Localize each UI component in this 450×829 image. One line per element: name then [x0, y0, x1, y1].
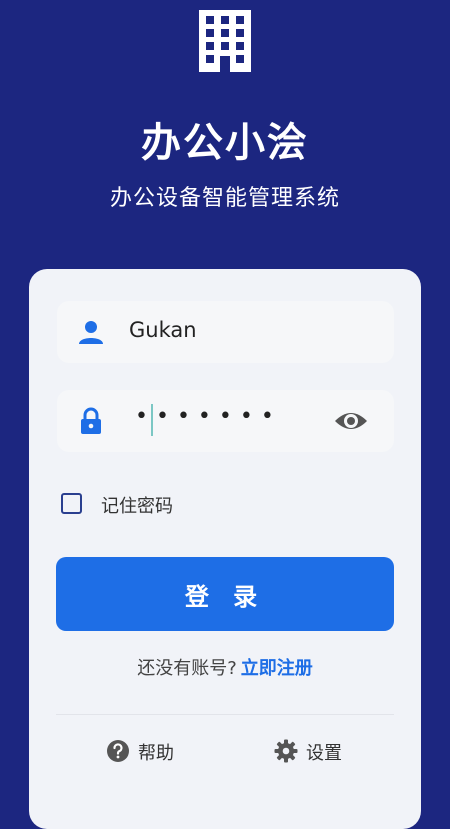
text-cursor — [151, 404, 153, 436]
app-title: 办公小浍 — [141, 120, 309, 166]
user-icon — [79, 321, 103, 344]
register-prompt: 还没有账号? — [137, 658, 237, 679]
lock-icon — [81, 407, 101, 434]
password-field[interactable]: ••••••• — [57, 390, 394, 452]
login-button[interactable]: 登 录 — [56, 557, 394, 631]
username-field[interactable]: Gukan — [57, 301, 394, 363]
divider — [56, 714, 394, 715]
app-subtitle: 办公设备智能管理系统 — [109, 186, 340, 211]
register-row: 还没有账号? 立即注册 — [29, 654, 421, 680]
building-icon — [199, 10, 251, 72]
gear-icon — [274, 739, 298, 763]
help-label: 帮助 — [138, 743, 174, 764]
login-card: Gukan ••••••• 记住密码 登 录 还没有账号? 立即注册 帮助 设置 — [29, 269, 421, 829]
settings-label: 设置 — [306, 743, 342, 764]
remember-label: 记住密码 — [101, 496, 173, 517]
remember-checkbox[interactable] — [61, 493, 82, 514]
username-value: Gukan — [129, 318, 197, 342]
register-link[interactable]: 立即注册 — [241, 658, 313, 679]
password-value: ••••••• — [135, 404, 282, 429]
eye-icon[interactable] — [333, 407, 369, 435]
help-icon — [107, 740, 129, 762]
